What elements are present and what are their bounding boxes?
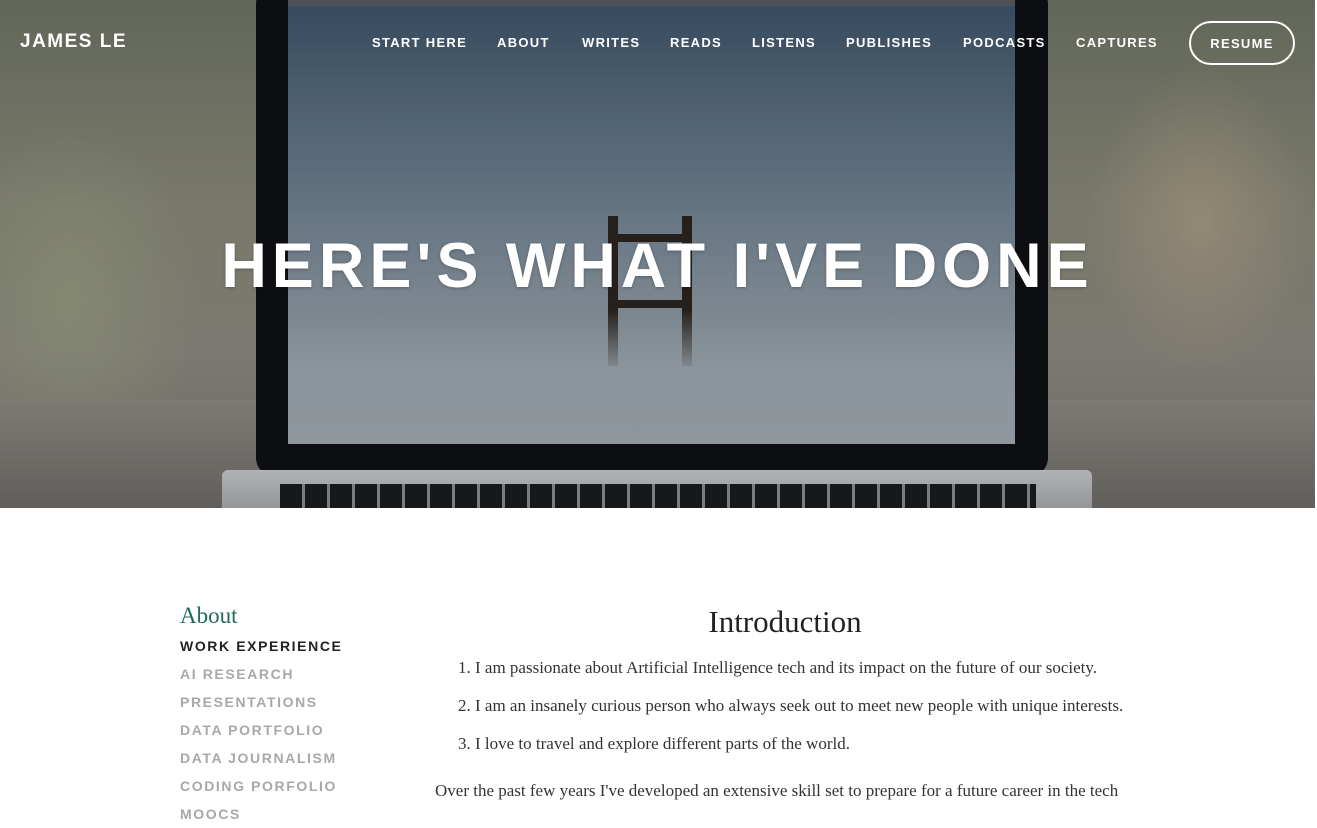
- list-item: I am passionate about Artificial Intelli…: [475, 656, 1135, 680]
- sidebar-item-moocs[interactable]: MOOCS: [180, 800, 400, 828]
- nav-about[interactable]: ABOUT: [497, 35, 550, 50]
- intro-paragraph: Over the past few years I've developed a…: [435, 781, 1119, 800]
- main-content: Introduction I am passionate about Artif…: [435, 600, 1135, 804]
- nav-start-here[interactable]: START HERE: [372, 35, 467, 50]
- sidebar-item-data-journalism[interactable]: DATA JOURNALISM: [180, 744, 400, 772]
- sidebar-item-ai-research[interactable]: AI RESEARCH: [180, 660, 400, 688]
- hero-title: HERE'S WHAT I'VE DONE: [221, 231, 1094, 301]
- sidebar-list: WORK EXPERIENCE AI RESEARCH PRESENTATION…: [180, 632, 400, 828]
- list-item: I love to travel and explore different p…: [475, 732, 1135, 756]
- sidebar: About WORK EXPERIENCE AI RESEARCH PRESEN…: [180, 600, 400, 828]
- sidebar-item-coding-portfolio[interactable]: CODING PORFOLIO: [180, 772, 400, 800]
- resume-button[interactable]: RESUME: [1189, 21, 1295, 65]
- sidebar-item-data-portfolio[interactable]: DATA PORTFOLIO: [180, 716, 400, 744]
- site-brand[interactable]: JAMES LE: [20, 31, 127, 53]
- nav-podcasts[interactable]: PODCASTS: [963, 35, 1046, 50]
- sidebar-heading: About: [180, 603, 238, 628]
- list-item: I am an insanely curious person who alwa…: [475, 694, 1135, 718]
- section-title: Introduction: [708, 604, 862, 639]
- intro-list: I am passionate about Artificial Intelli…: [435, 656, 1135, 756]
- nav-listens[interactable]: LISTENS: [752, 35, 816, 50]
- hero-banner: JAMES LE START HERE ABOUT WRITES READS L…: [0, 0, 1315, 508]
- nav-captures[interactable]: CAPTURES: [1076, 35, 1158, 50]
- sidebar-item-presentations[interactable]: PRESENTATIONS: [180, 688, 400, 716]
- sidebar-item-work-experience[interactable]: WORK EXPERIENCE: [180, 632, 400, 660]
- nav-writes[interactable]: WRITES: [582, 35, 640, 50]
- nav-reads[interactable]: READS: [670, 35, 722, 50]
- nav-publishes[interactable]: PUBLISHES: [846, 35, 932, 50]
